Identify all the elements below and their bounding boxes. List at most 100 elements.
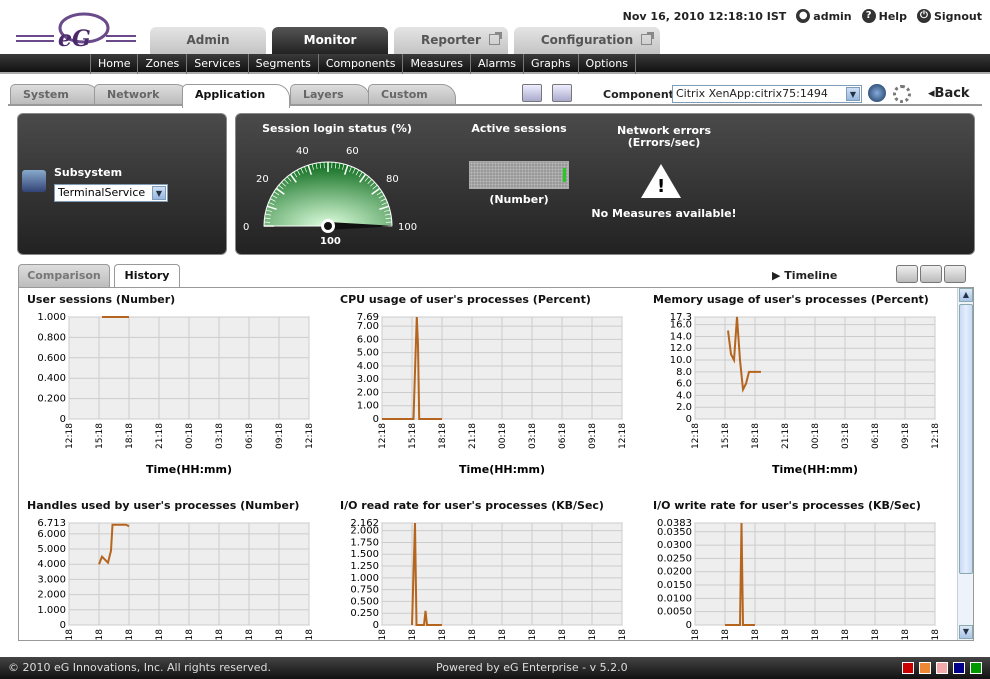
tab-layers[interactable]: Layers [290,84,370,106]
x-tick-label: 21:18 [781,629,791,641]
nav-alarms[interactable]: Alarms [469,54,523,74]
power-icon: ⏻ [916,9,931,23]
signout-link[interactable]: ⏻ Signout [916,9,982,23]
y-tick-label: 0 [373,414,379,425]
y-tick-label: 1.000 [37,312,66,323]
x-tick-label: 12:18 [618,629,628,641]
x-tick-label: 03:18 [215,629,225,641]
component-select[interactable]: Citrix XenApp:citrix75:1494 ▼ [672,85,862,103]
active-sessions-unit: (Number) [489,193,549,206]
x-axis-label: Time(HH:mm) [772,463,858,476]
x-tick-label: 06:18 [871,423,881,449]
handles-used-title: Handles used by user's processes (Number… [27,499,300,512]
y-tick-label: 1.00 [357,401,379,412]
server-icon[interactable] [868,84,886,102]
x-tick-label: 12:18 [691,629,701,641]
y-tick-label: 1.750 [350,537,379,548]
tab-comparison[interactable]: Comparison [18,264,110,288]
x-tick-label: 18:18 [751,423,761,449]
user-link[interactable]: ● admin [796,9,852,23]
tab-monitor[interactable]: Monitor [272,27,388,54]
timeline-toggle[interactable]: ▶ Timeline [772,269,837,282]
x-tick-label: 21:18 [781,423,791,449]
io-write-rate-title: I/O write rate for user's processes (KB/… [653,499,921,512]
tab-custom[interactable]: Custom [368,84,456,106]
line-graph-icon[interactable] [944,265,966,283]
theme-swatch-red[interactable] [902,662,914,674]
x-tick-label: 09:18 [901,629,911,641]
x-tick-label: 12:18 [65,629,75,641]
theme-swatch-pink[interactable] [936,662,948,674]
chevron-down-icon[interactable]: ▼ [846,87,860,101]
nav-measures[interactable]: Measures [402,54,469,74]
nav-components[interactable]: Components [317,54,403,74]
tab-network[interactable]: Network [94,84,190,106]
y-tick-label: 0 [686,414,692,425]
nav-options[interactable]: Options [577,54,636,74]
bar-graph-icon[interactable] [920,265,942,283]
subsystem-icon [22,170,46,192]
chevron-down-icon[interactable]: ▼ [152,186,166,200]
snapshot-icon[interactable] [522,84,542,102]
y-tick-label: 8.0 [676,367,692,378]
user-sessions-title: User sessions (Number) [27,293,176,306]
nav-services[interactable]: Services [186,54,247,74]
scroll-down-icon[interactable]: ▼ [959,625,973,639]
y-tick-label: 7.69 [357,312,379,323]
sub-navigation: Home Zones Services Segments Components … [0,54,990,74]
x-tick-label: 09:18 [275,423,285,449]
x-tick-label: 03:18 [841,423,851,449]
y-tick-label: 3.000 [37,574,66,585]
theme-swatch-green[interactable] [970,662,982,674]
active-sessions-bar [469,161,569,189]
nav-zones[interactable]: Zones [137,54,186,74]
x-tick-label: 06:18 [245,629,255,641]
y-tick-label: 2.0 [676,402,692,413]
y-tick-label: 1.000 [350,573,379,584]
x-tick-label: 15:18 [408,629,418,641]
tab-admin[interactable]: Admin [150,27,266,54]
user-sessions-chart: 12:18 15:18 18:18 21:18 00:18 03:18 06:18 09:18… [37,312,315,476]
tab-configuration[interactable]: Configuration [514,27,660,54]
x-tick-label: 00:18 [185,423,195,449]
eg-logo[interactable]: eG [14,8,138,52]
x-tick-label: 21:18 [468,423,478,449]
tab-application[interactable]: Application [182,84,290,108]
gauge-tick-60: 60 [346,146,359,157]
user-label: admin [813,9,852,23]
subsystem-select[interactable]: TerminalService ▼ [54,184,168,202]
y-tick-label: 0.600 [37,353,66,364]
y-tick-label: 3.00 [357,374,379,385]
scroll-up-icon[interactable]: ▲ [959,288,973,302]
nav-home[interactable]: Home [90,54,137,74]
tools-icon[interactable] [552,84,572,102]
y-tick-label: 6.713 [37,518,66,529]
network-errors-subtitle: (Errors/sec) [627,136,701,149]
tab-reporter[interactable]: Reporter [394,27,508,54]
x-tick-label: 15:18 [721,629,731,641]
nav-graphs[interactable]: Graphs [523,54,577,74]
check-graph-icon[interactable] [896,265,918,283]
date-time: Nov 16, 2010 12:18:10 IST [622,9,787,23]
active-sessions-fill [563,168,566,182]
gear-icon[interactable] [893,85,911,103]
back-button[interactable]: ◂Back [928,86,970,101]
vertical-scrollbar[interactable]: ▲ ▼ [957,288,973,640]
tab-system[interactable]: System [10,84,100,106]
y-tick-label: 0 [60,414,66,425]
y-tick-label: 14.0 [670,331,692,342]
gauge-tick-100: 100 [398,222,417,233]
help-link[interactable]: ? Help [861,9,907,23]
scroll-thumb[interactable] [959,304,973,574]
gauge-tick-40: 40 [296,146,309,157]
subsystem-label: Subsystem [54,166,123,179]
nav-segments[interactable]: Segments [247,54,318,74]
y-tick-label: 4.00 [357,361,379,372]
theme-swatch-orange[interactable] [919,662,931,674]
gauge-value-label: 100 [320,236,341,247]
theme-swatch-navy[interactable] [953,662,965,674]
y-tick-label: 6.000 [37,529,66,540]
x-tick-label: 06:18 [245,423,255,449]
logo-text: eG [58,26,91,52]
tab-history[interactable]: History [114,264,180,289]
